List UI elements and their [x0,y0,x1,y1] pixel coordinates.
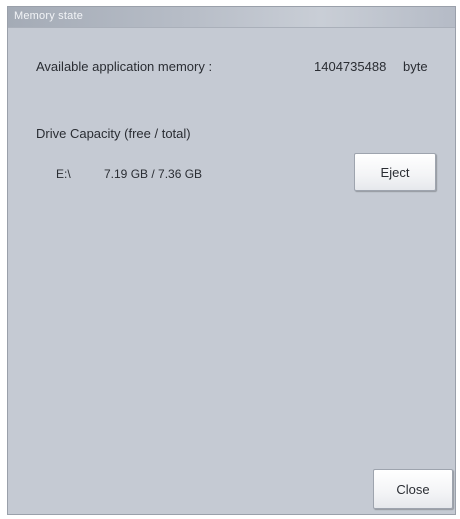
available-memory-value: 1404735488 [314,59,387,74]
drive-capacity-heading: Drive Capacity (free / total) [36,126,191,141]
eject-button[interactable]: Eject [354,153,436,191]
drive-name: E:\ [56,167,71,181]
drive-capacity-value: 7.19 GB / 7.36 GB [104,167,203,181]
dialog-title: Memory state [14,10,84,22]
close-button[interactable]: Close [373,469,453,509]
available-memory-label: Available application memory : [36,59,213,74]
title-bar: Memory state [8,7,455,28]
available-memory-unit: byte [403,59,428,74]
memory-state-dialog: Memory state Available application memor… [7,6,456,515]
